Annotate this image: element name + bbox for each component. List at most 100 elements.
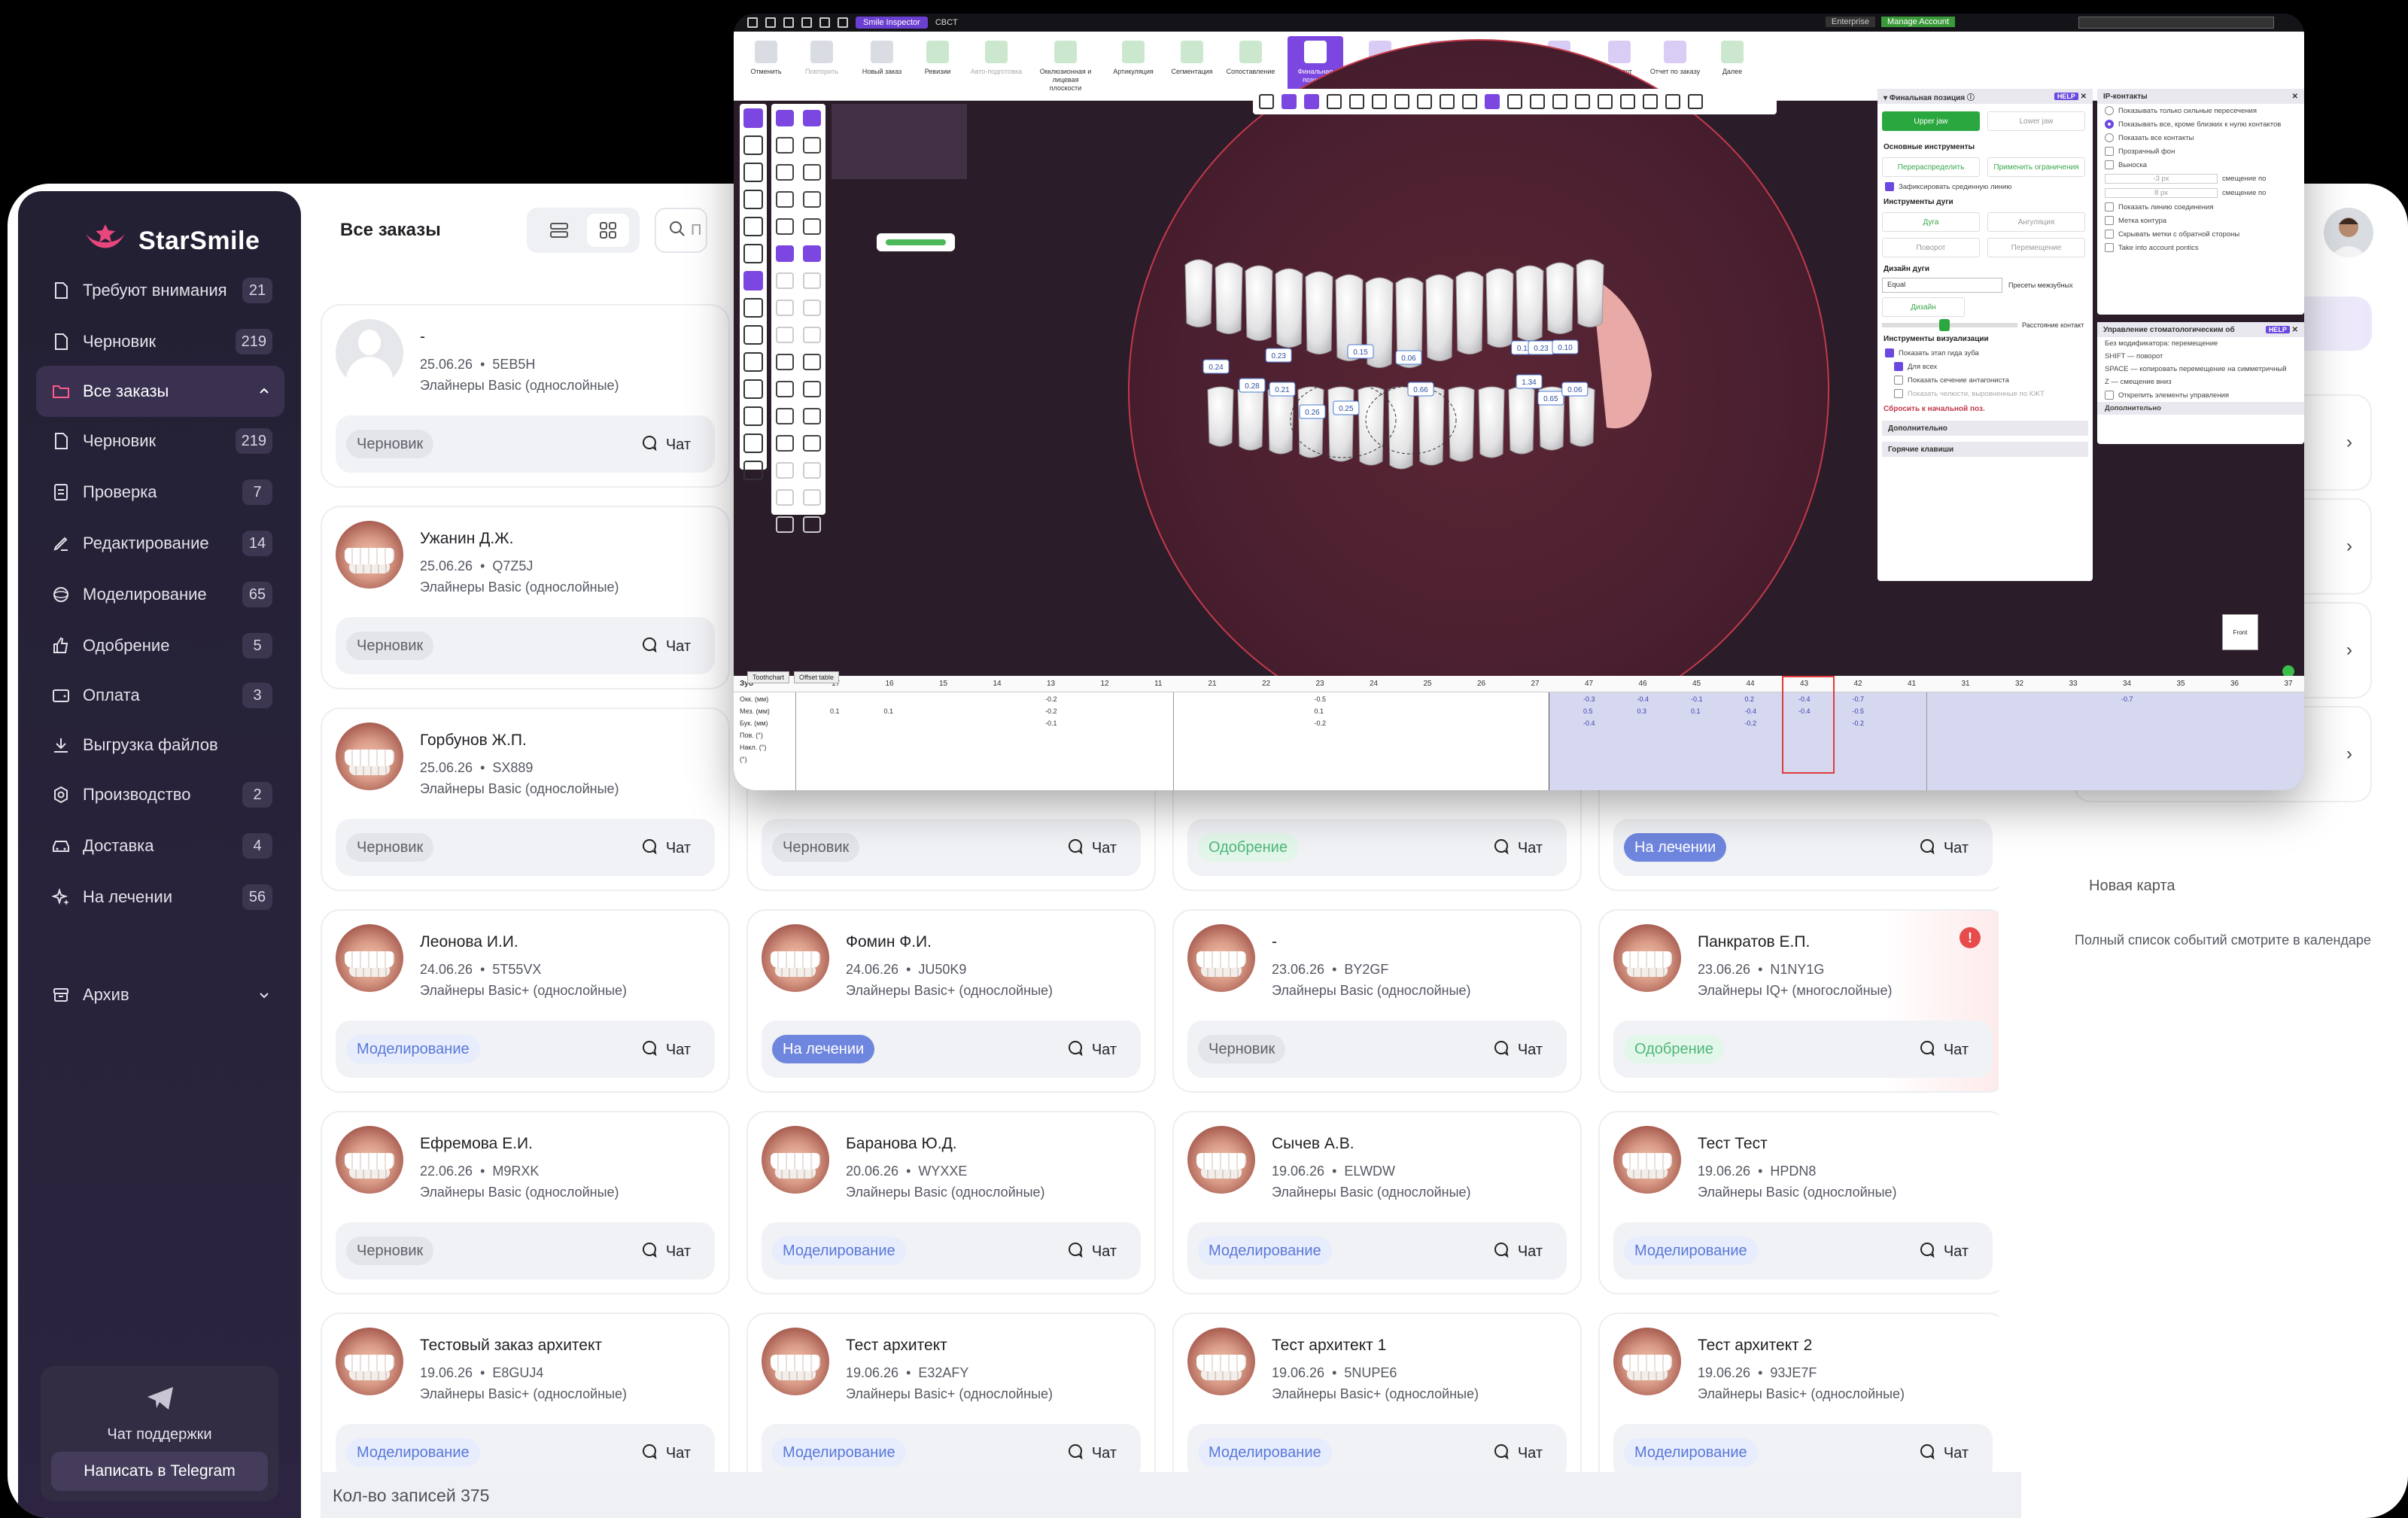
contact-badge[interactable]: 0.15 bbox=[1347, 344, 1374, 359]
contact-badge[interactable]: 0.06 bbox=[1395, 350, 1422, 365]
viewport-tool-icon[interactable] bbox=[1598, 94, 1613, 109]
slider-handle[interactable] bbox=[1939, 319, 1950, 331]
toolbar-button-7[interactable]: Артикуляция bbox=[1105, 36, 1161, 96]
user-avatar[interactable] bbox=[2324, 208, 2373, 257]
checkbox[interactable] bbox=[2105, 147, 2114, 156]
tooth-number[interactable]: 37 bbox=[2285, 680, 2293, 688]
view-mode-icon[interactable] bbox=[743, 325, 763, 345]
tooth-number[interactable]: 36 bbox=[2230, 680, 2239, 688]
tooth-tool-icon[interactable] bbox=[776, 462, 794, 479]
tooth-number[interactable]: 23 bbox=[1316, 680, 1324, 688]
order-card[interactable]: Горбунов Ж.П. 25.06.26 • SX889 Элайнеры Ba… bbox=[321, 707, 730, 891]
upper-tooth[interactable] bbox=[1425, 274, 1454, 361]
view-mode-icon[interactable] bbox=[743, 271, 763, 291]
tooth-tool-icon[interactable] bbox=[803, 137, 821, 154]
tooth-tool-icon[interactable] bbox=[776, 137, 794, 154]
chat-button[interactable]: Чат bbox=[1492, 1039, 1543, 1061]
toolbar-button-4[interactable]: Ревизии bbox=[910, 36, 965, 96]
tooth-number[interactable]: 16 bbox=[886, 680, 894, 688]
view-mode-icon[interactable] bbox=[743, 217, 763, 236]
chat-button[interactable]: Чат bbox=[1918, 1442, 1969, 1465]
tooth-tool-icon[interactable] bbox=[803, 164, 821, 181]
upper-tooth[interactable] bbox=[1184, 259, 1213, 327]
lower-tooth[interactable] bbox=[1297, 386, 1324, 458]
tooth-tool-icon[interactable] bbox=[776, 245, 794, 262]
offset-value[interactable]: 0.1 bbox=[1691, 707, 1701, 715]
upper-tooth[interactable] bbox=[1485, 268, 1514, 348]
tooth-tool-icon[interactable] bbox=[776, 272, 794, 289]
sidebar-item-9[interactable]: Оплата 3 bbox=[36, 670, 284, 721]
offset-value[interactable]: -0.4 bbox=[1745, 707, 1757, 715]
checkbox[interactable] bbox=[1894, 376, 1903, 385]
tab-smile-inspector[interactable]: Smile Inspector bbox=[856, 17, 928, 29]
ip-option[interactable]: Выноска bbox=[2097, 158, 2304, 172]
tooth-tool-icon[interactable] bbox=[803, 218, 821, 235]
offset-value[interactable]: -0.4 bbox=[1583, 719, 1595, 727]
new-card-partial[interactable]: Новая карта bbox=[2089, 878, 2175, 895]
offset-value[interactable]: -0.2 bbox=[1315, 719, 1327, 727]
tooth-number[interactable]: 42 bbox=[1854, 680, 1862, 688]
file-icon[interactable] bbox=[747, 17, 758, 28]
bottom-tab[interactable]: Toothchart bbox=[747, 671, 790, 683]
tooth-tool-icon[interactable] bbox=[803, 272, 821, 289]
show-stage-option[interactable]: Показать этап гида зуба bbox=[1877, 346, 2093, 360]
lower-tooth[interactable] bbox=[1418, 386, 1445, 466]
view-mode-icon[interactable] bbox=[743, 379, 763, 399]
upper-tooth[interactable] bbox=[1305, 271, 1333, 354]
upper-tooth[interactable] bbox=[1455, 271, 1484, 354]
radio[interactable] bbox=[2105, 133, 2114, 142]
checkbox[interactable] bbox=[1894, 362, 1903, 371]
chat-button[interactable]: Чат bbox=[1918, 1240, 1969, 1263]
upper-tooth[interactable] bbox=[1275, 268, 1303, 348]
toolbar-button-3[interactable]: Новый заказ bbox=[854, 36, 910, 96]
contact-distance-slider[interactable] bbox=[1882, 319, 2017, 331]
grid-view-button[interactable] bbox=[586, 214, 629, 247]
apply-limits-button[interactable]: Применить ограничения bbox=[1987, 157, 2085, 177]
share-icon[interactable] bbox=[819, 17, 830, 28]
offset-value[interactable]: 0.1 bbox=[884, 707, 894, 715]
view-mode-icon[interactable] bbox=[743, 352, 763, 372]
viewer-search-input[interactable] bbox=[2078, 17, 2274, 29]
contact-badge[interactable]: 0.24 bbox=[1202, 359, 1230, 374]
contact-badge[interactable]: 0.06 bbox=[1561, 382, 1589, 397]
viewport-tool-icon[interactable] bbox=[1643, 94, 1658, 109]
rotation-button[interactable]: Поворот bbox=[1882, 238, 1980, 257]
tooth-tool-icon[interactable] bbox=[803, 408, 821, 424]
order-card[interactable]: Тест архитект 1 19.06.26 • 5NUPE6 Элайнеры… bbox=[1172, 1313, 1582, 1472]
checkbox[interactable] bbox=[2105, 243, 2114, 252]
contact-badge[interactable]: 0.21 bbox=[1269, 382, 1296, 397]
ip-option[interactable]: Показывать все, кроме близких к нулю кон… bbox=[2097, 117, 2304, 131]
chat-button[interactable]: Чат bbox=[1066, 837, 1117, 859]
tooth-tool-icon[interactable] bbox=[803, 435, 821, 452]
tooth-number[interactable]: 25 bbox=[1424, 680, 1432, 688]
chat-button[interactable]: Чат bbox=[1918, 837, 1969, 859]
ip-option[interactable]: Метка контура bbox=[2097, 214, 2304, 227]
tooth-tool-icon[interactable] bbox=[776, 164, 794, 181]
arc-button[interactable]: Дуга bbox=[1882, 212, 1980, 232]
offset-value[interactable]: -0.2 bbox=[1045, 707, 1057, 715]
toolbar-button-17[interactable]: Далее bbox=[1704, 36, 1760, 96]
tooth-tool-icon[interactable] bbox=[776, 516, 794, 533]
lower-tooth[interactable] bbox=[1388, 386, 1415, 470]
ip-option[interactable]: Take into account pontics bbox=[2097, 241, 2304, 254]
contact-badge[interactable]: 0.26 bbox=[1299, 404, 1326, 419]
sidebar-item-7[interactable]: Моделирование 65 bbox=[36, 569, 284, 620]
angulation-button[interactable]: Ангуляция bbox=[1987, 212, 2085, 232]
sidebar-item-10[interactable]: Выгрузка файлов bbox=[36, 719, 284, 771]
stage-slider[interactable] bbox=[877, 233, 955, 251]
tooth-number[interactable]: 33 bbox=[2069, 680, 2078, 688]
upper-jaw-button[interactable]: Upper jaw bbox=[1882, 111, 1980, 131]
upper-tooth[interactable] bbox=[1546, 262, 1574, 334]
offset-input[interactable]: -3 px bbox=[2105, 174, 2218, 184]
show-antagonist-option[interactable]: Показать сечение антагониста bbox=[1877, 373, 2093, 387]
save-icon[interactable] bbox=[783, 17, 794, 28]
viewport-tool-icon[interactable] bbox=[1372, 94, 1387, 109]
checkbox[interactable] bbox=[1894, 389, 1903, 398]
movement-button[interactable]: Перемещение bbox=[1987, 238, 2085, 257]
order-card[interactable]: Тест архитект 19.06.26 • E32AFY Элайнеры B… bbox=[746, 1313, 1156, 1472]
order-card[interactable]: - 23.06.26 • BY2GF Элайнеры Basic (односло… bbox=[1172, 909, 1582, 1093]
sidebar-item-6[interactable]: Редактирование 14 bbox=[36, 518, 284, 569]
telegram-button[interactable]: Написать в Telegram bbox=[51, 1452, 268, 1491]
offset-value[interactable]: 0.1 bbox=[1315, 707, 1324, 715]
sidebar-item-3[interactable]: Все заказы bbox=[36, 366, 284, 417]
